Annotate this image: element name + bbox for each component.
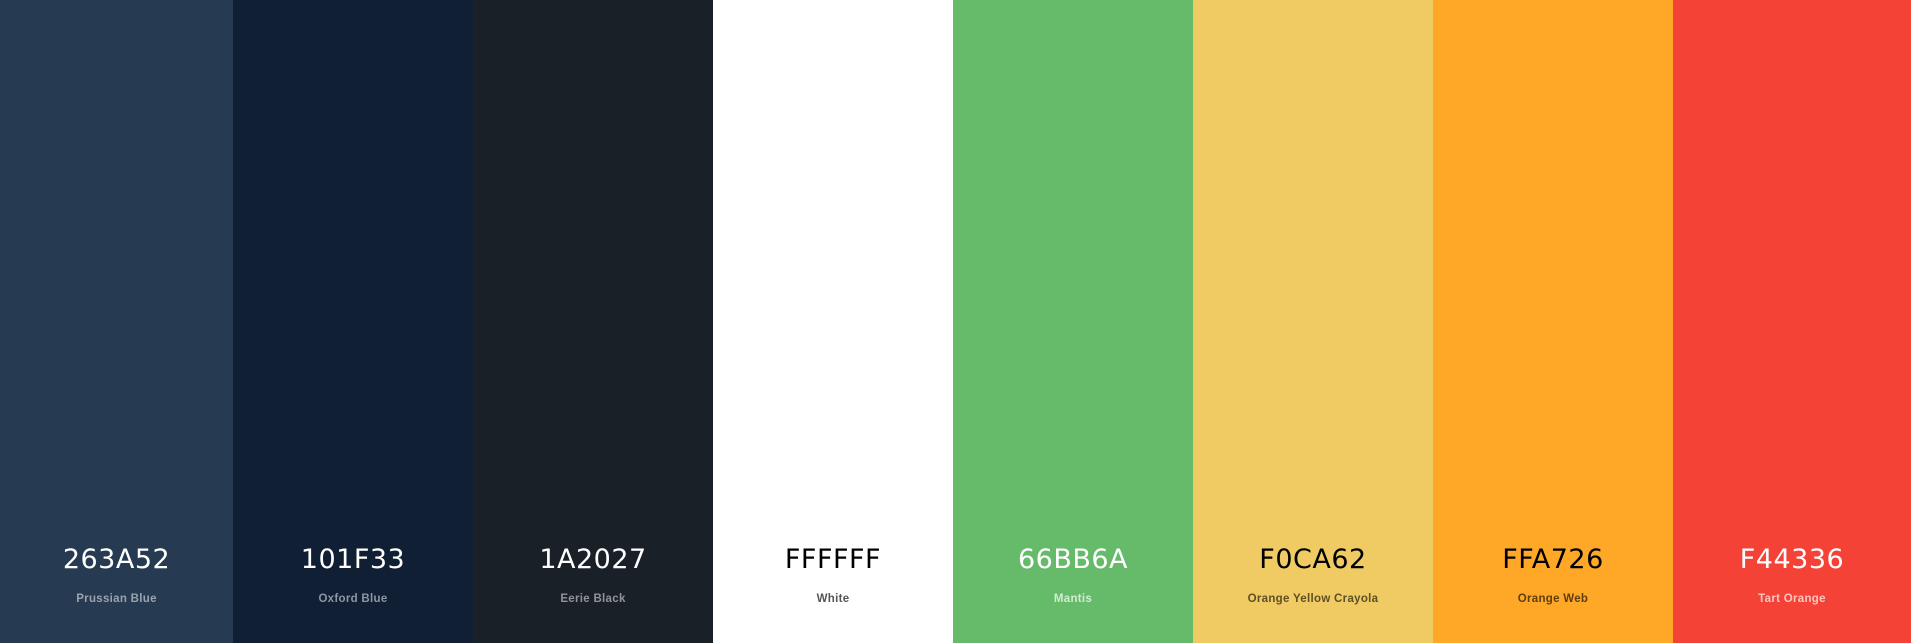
swatch-hex-code[interactable]: FFA726 <box>1433 543 1673 577</box>
swatch-info: FFFFFF White <box>713 523 953 643</box>
swatch-hex-code[interactable]: FFFFFF <box>713 543 953 577</box>
swatch-color-name: White <box>816 593 850 605</box>
color-swatch-mantis[interactable]: 66BB6A Mantis <box>953 0 1193 643</box>
swatch-hex-code[interactable]: 66BB6A <box>953 543 1193 577</box>
swatch-color-name: Prussian Blue <box>76 593 157 605</box>
color-swatch-eerie-black[interactable]: 1A2027 Eerie Black <box>473 0 713 643</box>
color-swatch-oxford-blue[interactable]: 101F33 Oxford Blue <box>233 0 473 643</box>
swatch-hex-code[interactable]: 101F33 <box>233 543 473 577</box>
color-palette: 263A52 Prussian Blue 101F33 Oxford Blue … <box>0 0 1911 643</box>
swatch-color-name: Eerie Black <box>560 593 626 605</box>
swatch-color-name: Tart Orange <box>1758 593 1826 605</box>
swatch-hex-code[interactable]: F0CA62 <box>1193 543 1433 577</box>
color-swatch-orange-web[interactable]: FFA726 Orange Web <box>1433 0 1673 643</box>
swatch-info: FFA726 Orange Web <box>1433 523 1673 643</box>
swatch-hex-code[interactable]: F44336 <box>1673 543 1911 577</box>
swatch-color-name: Mantis <box>1053 593 1093 605</box>
swatch-info: 263A52 Prussian Blue <box>0 523 233 643</box>
swatch-info: 1A2027 Eerie Black <box>473 523 713 643</box>
swatch-hex-code[interactable]: 1A2027 <box>473 543 713 577</box>
color-swatch-orange-yellow-crayola[interactable]: F0CA62 Orange Yellow Crayola <box>1193 0 1433 643</box>
swatch-hex-code[interactable]: 263A52 <box>0 543 233 577</box>
color-swatch-prussian-blue[interactable]: 263A52 Prussian Blue <box>0 0 233 643</box>
color-swatch-tart-orange[interactable]: F44336 Tart Orange <box>1673 0 1911 643</box>
swatch-info: 101F33 Oxford Blue <box>233 523 473 643</box>
swatch-color-name: Orange Web <box>1517 593 1589 605</box>
swatch-info: F44336 Tart Orange <box>1673 523 1911 643</box>
color-swatch-white[interactable]: FFFFFF White <box>713 0 953 643</box>
swatch-color-name: Orange Yellow Crayola <box>1247 593 1379 605</box>
swatch-color-name: Oxford Blue <box>318 593 388 605</box>
swatch-info: F0CA62 Orange Yellow Crayola <box>1193 523 1433 643</box>
swatch-info: 66BB6A Mantis <box>953 523 1193 643</box>
